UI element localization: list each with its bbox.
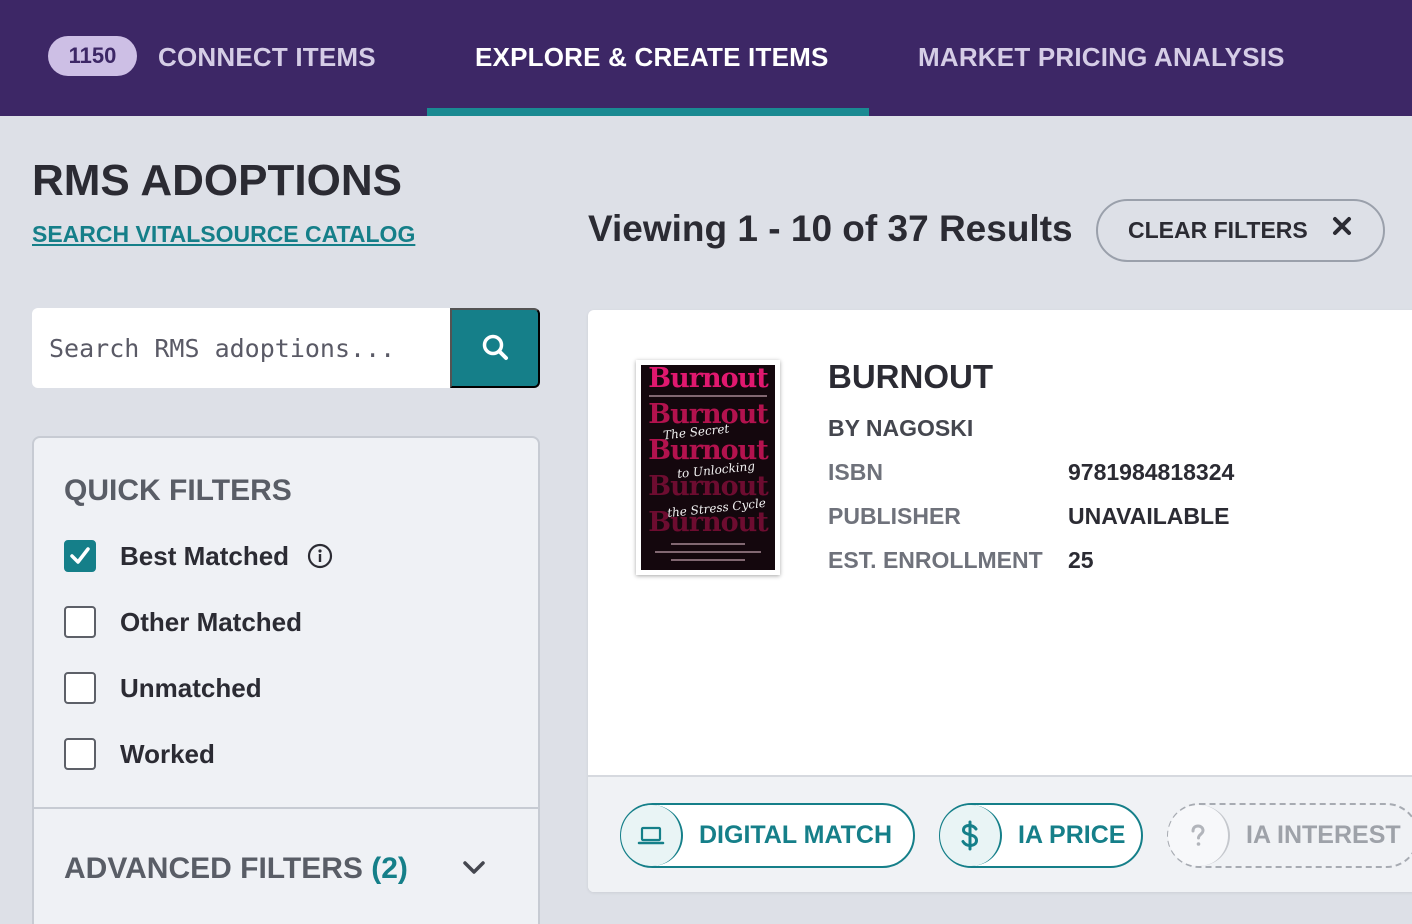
connect-items-count-badge: 1150 — [48, 36, 137, 76]
cover-title-word: Burnout — [648, 435, 768, 466]
advanced-filters-toggle[interactable]: ADVANCED FILTERS (2) — [64, 852, 408, 886]
top-navigation: 1150 CONNECT ITEMS EXPLORE & CREATE ITEM… — [0, 0, 1412, 116]
isbn-label: ISBN — [828, 459, 883, 485]
ia-interest-button[interactable]: IA INTEREST — [1167, 803, 1412, 868]
other-matched-label: Other Matched — [120, 606, 303, 637]
tab-market-pricing-analysis[interactable]: MARKET PRICING ANALYSIS — [918, 42, 1285, 73]
laptop-icon — [621, 805, 683, 866]
cover-author-line — [655, 551, 761, 553]
book-author: BY NAGOSKI — [828, 415, 974, 441]
advanced-filters-count: (2) — [371, 852, 408, 885]
clear-filters-button[interactable]: CLEAR FILTERS — [1096, 199, 1385, 262]
advanced-filters-label: ADVANCED FILTERS — [64, 852, 363, 885]
filters-panel: QUICK FILTERS Best Matched Other Matched… — [32, 436, 540, 924]
publisher-value: UNAVAILABLE — [1068, 503, 1230, 529]
tab-connect-items[interactable]: CONNECT ITEMS — [158, 42, 376, 73]
info-icon[interactable] — [307, 543, 333, 569]
ia-price-button[interactable]: IA PRICE — [939, 803, 1143, 868]
cover-author-line — [671, 559, 745, 561]
search-field — [32, 308, 450, 388]
filter-other-matched[interactable]: Other Matched — [64, 605, 302, 639]
book-cover-art: Burnout Burnout Burnout Burnout Burnout … — [641, 365, 775, 570]
book-title[interactable]: BURNOUT — [828, 358, 993, 396]
close-icon — [1331, 215, 1353, 243]
filters-divider — [34, 807, 538, 809]
unmatched-checkbox[interactable] — [64, 672, 96, 704]
search-button[interactable] — [450, 308, 540, 388]
ia-interest-label: IA INTEREST — [1246, 821, 1401, 849]
clear-filters-label: CLEAR FILTERS — [1128, 217, 1308, 243]
results-count: Viewing 1 - 10 of 37 Results — [588, 208, 1073, 249]
digital-match-label: DIGITAL MATCH — [699, 821, 893, 849]
est-enrollment-value: 25 — [1068, 547, 1094, 573]
digital-match-button[interactable]: DIGITAL MATCH — [620, 803, 915, 868]
search-input[interactable] — [32, 308, 450, 388]
cover-title-word: Burnout — [648, 365, 768, 394]
filter-worked[interactable]: Worked — [64, 737, 215, 771]
best-matched-checkbox[interactable] — [64, 540, 96, 572]
tab-explore-create-items[interactable]: EXPLORE & CREATE ITEMS — [475, 42, 829, 73]
quick-filters-heading: QUICK FILTERS — [64, 474, 292, 507]
est-enrollment-label: EST. ENROLLMENT — [828, 547, 1043, 573]
filter-best-matched[interactable]: Best Matched — [64, 539, 333, 573]
cover-author-line — [671, 543, 745, 545]
search-vitalsource-catalog-link[interactable]: SEARCH VITALSOURCE CATALOG — [32, 221, 415, 248]
other-matched-checkbox[interactable] — [64, 606, 96, 638]
publisher-label: PUBLISHER — [828, 503, 961, 529]
ia-price-label: IA PRICE — [1018, 821, 1126, 849]
cover-blurb-line — [649, 395, 767, 397]
search-icon — [481, 333, 509, 364]
dollar-icon — [940, 805, 1002, 866]
isbn-value: 9781984818324 — [1068, 459, 1235, 485]
page-title: RMS ADOPTIONS — [32, 156, 402, 205]
worked-label: Worked — [120, 738, 215, 769]
book-cover-image[interactable]: Burnout Burnout Burnout Burnout Burnout … — [636, 360, 780, 575]
best-matched-label: Best Matched — [120, 540, 290, 571]
result-card-actions: DIGITAL MATCH IA PRICE IA INTEREST — [588, 775, 1412, 892]
result-card: Burnout Burnout Burnout Burnout Burnout … — [588, 310, 1412, 892]
filter-unmatched[interactable]: Unmatched — [64, 671, 262, 705]
active-tab-indicator — [427, 108, 869, 116]
worked-checkbox[interactable] — [64, 738, 96, 770]
unmatched-label: Unmatched — [120, 672, 262, 703]
question-icon — [1168, 805, 1230, 866]
chevron-down-icon[interactable] — [460, 856, 488, 885]
